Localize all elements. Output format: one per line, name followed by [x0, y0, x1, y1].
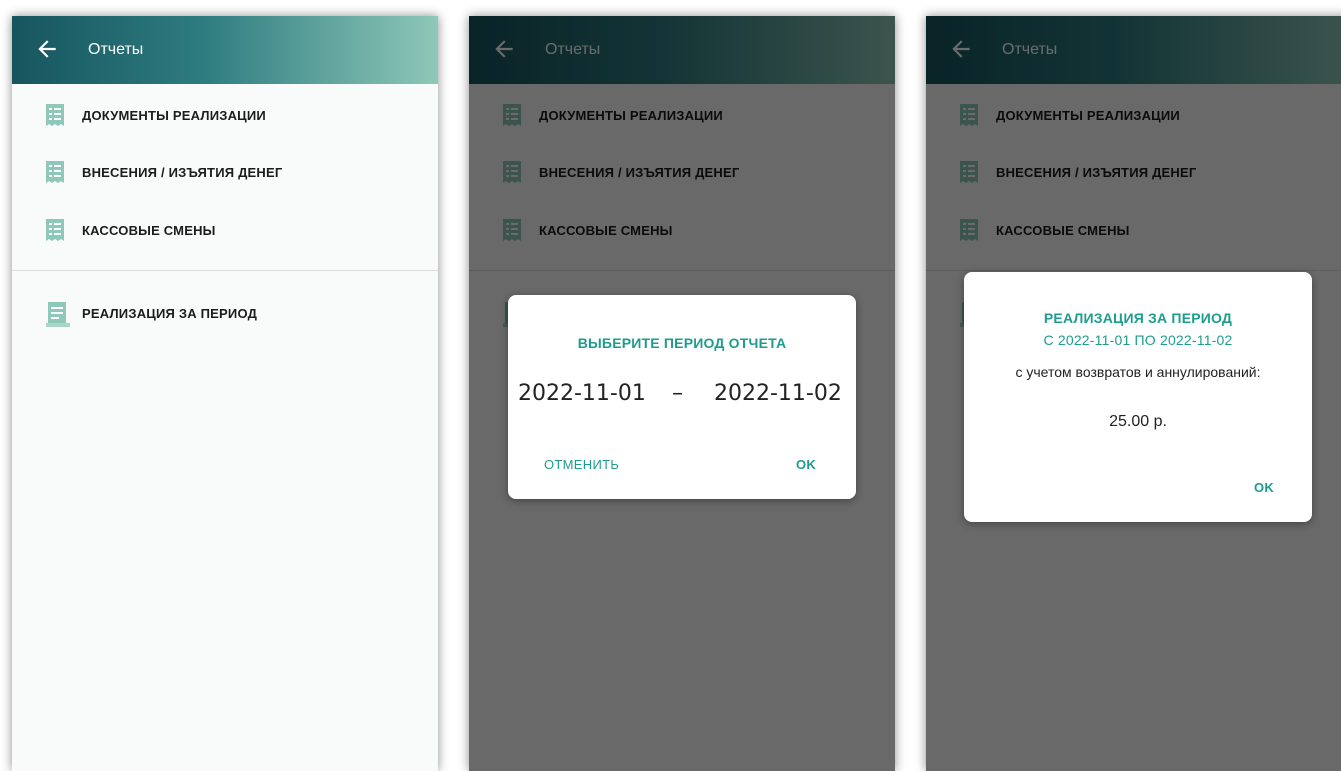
date-range: 2022-11-01 – 2022-11-02: [508, 381, 856, 415]
menu-item-sales-documents[interactable]: ДОКУМЕНТЫ РЕАЛИЗАЦИИ: [12, 96, 438, 136]
screen-period-picker: Отчеты ДОКУМЕНТЫ РЕАЛИЗАЦИИ ВНЕСЕНИЯ / И…: [469, 16, 895, 771]
period-picker-dialog: ВЫБЕРИТЕ ПЕРИОД ОТЧЕТА 2022-11-01 – 2022…: [508, 295, 856, 499]
divider: [12, 270, 438, 271]
screen-period-result: Отчеты ДОКУМЕНТЫ РЕАЛИЗАЦИИ ВНЕСЕНИЯ / И…: [926, 16, 1341, 771]
dialog-subtitle: с учетом возвратов и аннулирований:: [1015, 364, 1261, 380]
page-title: Отчеты: [88, 41, 144, 58]
ok-button[interactable]: OK: [796, 457, 816, 472]
menu-item-cash-in-out[interactable]: ВНЕСЕНИЯ / ИЗЪЯТИЯ ДЕНЕГ: [12, 153, 438, 193]
app-bar: Отчеты: [12, 16, 438, 84]
report-icon: [46, 302, 70, 327]
menu-item-label: ВНЕСЕНИЯ / ИЗЪЯТИЯ ДЕНЕГ: [82, 165, 283, 180]
dialog-title: ВЫБЕРИТЕ ПЕРИОД ОТЧЕТА: [577, 335, 787, 351]
date-separator: –: [672, 381, 683, 406]
date-to-field[interactable]: 2022-11-02: [714, 381, 842, 406]
cancel-button[interactable]: ОТМЕНИТЬ: [544, 457, 619, 472]
dialog-title: РЕАЛИЗАЦИЯ ЗА ПЕРИОД: [1043, 310, 1233, 326]
sales-amount: 25.00 р.: [1109, 413, 1167, 430]
menu-item-label: КАССОВЫЕ СМЕНЫ: [82, 223, 216, 238]
receipt-icon: [46, 161, 64, 185]
date-from-field[interactable]: 2022-11-01: [518, 381, 646, 406]
screen-reports-menu: Отчеты ДОКУМЕНТЫ РЕАЛИЗАЦИИ ВНЕСЕНИЯ / И…: [12, 16, 438, 771]
receipt-icon: [46, 104, 64, 128]
menu-item-sales-for-period[interactable]: РЕАЛИЗАЦИЯ ЗА ПЕРИОД: [12, 294, 438, 334]
ok-button[interactable]: OK: [1254, 480, 1274, 495]
menu-item-label: ДОКУМЕНТЫ РЕАЛИЗАЦИИ: [82, 108, 266, 123]
menu-item-label: РЕАЛИЗАЦИЯ ЗА ПЕРИОД: [82, 306, 258, 321]
dialog-period: С 2022-11-01 ПО 2022-11-02: [1043, 332, 1233, 348]
period-result-dialog: РЕАЛИЗАЦИЯ ЗА ПЕРИОД С 2022-11-01 ПО 202…: [964, 272, 1312, 522]
receipt-icon: [46, 219, 64, 243]
menu-item-cash-shifts[interactable]: КАССОВЫЕ СМЕНЫ: [12, 211, 438, 251]
back-arrow-icon[interactable]: [34, 36, 60, 62]
